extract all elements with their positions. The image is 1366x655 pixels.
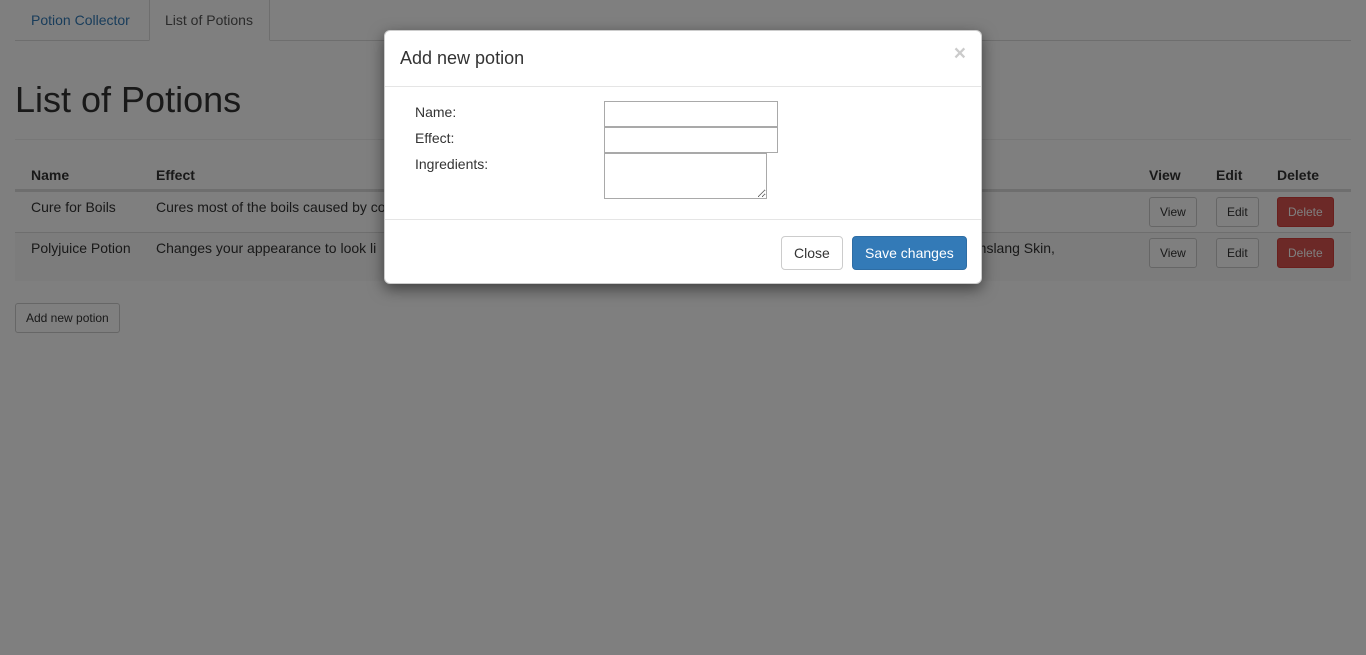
modal-header: Add new potion ×: [385, 31, 981, 87]
add-potion-modal: Add new potion × Name: Effect: Ingredien…: [384, 30, 982, 284]
close-button[interactable]: Close: [781, 236, 843, 270]
modal-title: Add new potion: [400, 48, 525, 68]
effect-label: Effect:: [415, 130, 455, 146]
modal-footer: Close Save changes: [385, 219, 981, 284]
ingredients-textarea[interactable]: [604, 153, 767, 199]
name-label: Name:: [415, 104, 457, 120]
name-input[interactable]: [604, 101, 778, 127]
ingredients-label: Ingredients:: [415, 156, 489, 172]
save-changes-button[interactable]: Save changes: [852, 236, 967, 270]
effect-input[interactable]: [604, 127, 778, 153]
close-icon[interactable]: ×: [954, 43, 966, 64]
app-page: Potion Collector List of Potions List of…: [0, 0, 1366, 655]
